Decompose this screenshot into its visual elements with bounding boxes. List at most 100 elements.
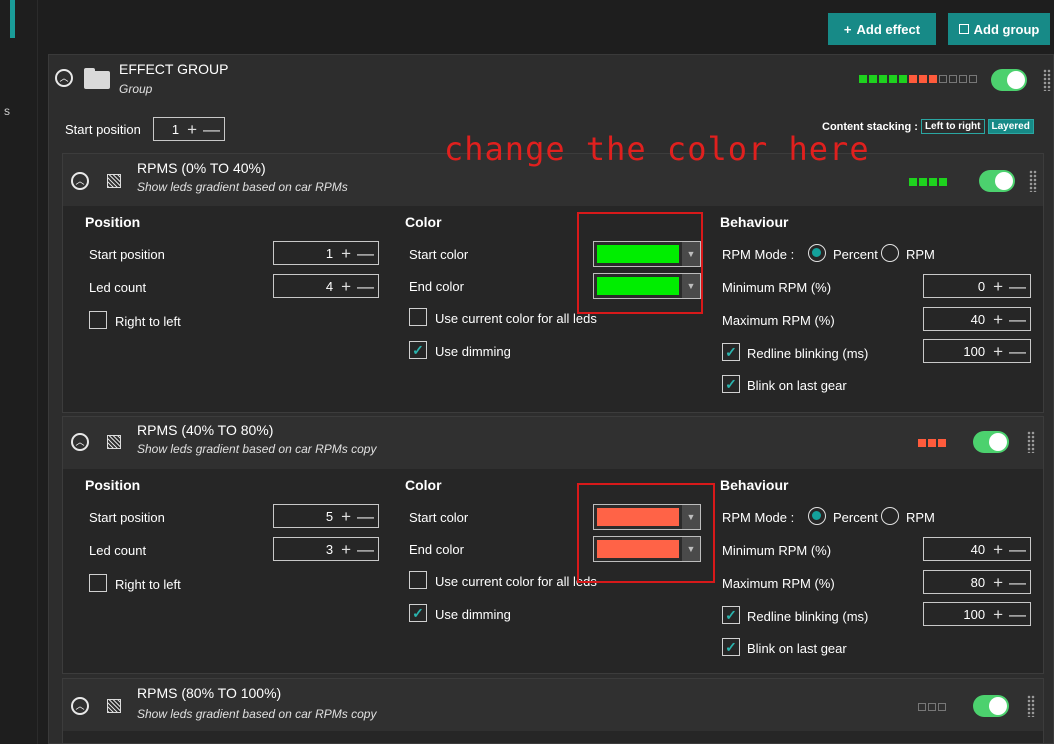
- increment-icon[interactable]: +: [993, 343, 1003, 360]
- blink-last-gear-checkbox[interactable]: ✓: [722, 375, 740, 393]
- effect-title: RPMS (0% TO 40%): [137, 160, 266, 176]
- led-count-stepper[interactable]: 4 + —: [273, 274, 379, 298]
- collapse-effect-icon[interactable]: ︿: [71, 433, 89, 451]
- decrement-icon[interactable]: —: [203, 121, 220, 138]
- start-position-stepper[interactable]: 1 + —: [273, 241, 379, 265]
- decrement-icon[interactable]: —: [357, 541, 374, 558]
- add-effect-button[interactable]: + Add effect: [828, 13, 936, 45]
- led-indicator: [939, 75, 947, 83]
- effect-enable-toggle[interactable]: [973, 431, 1009, 453]
- use-current-color-checkbox[interactable]: [409, 571, 427, 589]
- rpm-mode-label: RPM Mode :: [722, 247, 795, 262]
- use-current-color-checkbox[interactable]: [409, 308, 427, 326]
- stacking-left-to-right[interactable]: Left to right: [920, 119, 985, 134]
- effect-panel-1: ︿ RPMS (0% TO 40%) Show leds gradient ba…: [62, 153, 1044, 413]
- end-color-label: End color: [409, 542, 464, 557]
- group-enable-toggle[interactable]: [991, 69, 1027, 91]
- effect-enable-toggle[interactable]: [973, 695, 1009, 717]
- maximum-rpm-stepper[interactable]: 80 + —: [923, 570, 1031, 594]
- effect-drag-handle-icon[interactable]: [1029, 170, 1037, 192]
- led-indicator: [969, 75, 977, 83]
- effect-enable-toggle[interactable]: [979, 170, 1015, 192]
- effect-title: RPMS (80% TO 100%): [137, 685, 282, 701]
- use-dimming-checkbox[interactable]: ✓: [409, 341, 427, 359]
- collapse-effect-icon[interactable]: ︿: [71, 172, 89, 190]
- decrement-icon[interactable]: —: [1009, 311, 1026, 328]
- increment-icon[interactable]: +: [993, 541, 1003, 558]
- led-indicator: [899, 75, 907, 83]
- effect-subtitle: Show leds gradient based on car RPMs cop…: [137, 707, 377, 721]
- redline-blinking-label: Redline blinking (ms): [747, 346, 869, 361]
- increment-icon[interactable]: +: [341, 245, 351, 262]
- redline-blinking-checkbox[interactable]: ✓: [722, 606, 740, 624]
- effect-led-preview: [909, 178, 947, 186]
- decrement-icon[interactable]: —: [1009, 574, 1026, 591]
- led-indicator: [869, 75, 877, 83]
- right-to-left-checkbox[interactable]: [89, 574, 107, 592]
- minimum-rpm-value: 40: [970, 541, 986, 557]
- rpm-mode-rpm-radio[interactable]: [881, 507, 899, 525]
- collapse-effect-icon[interactable]: ︿: [71, 697, 89, 715]
- decrement-icon[interactable]: —: [357, 245, 374, 262]
- led-indicator: [938, 439, 946, 447]
- led-count-value: 4: [325, 278, 334, 294]
- group-start-position-value: 1: [171, 121, 180, 137]
- left-sidebar-strip: s: [0, 0, 38, 744]
- group-icon: [958, 24, 969, 34]
- minimum-rpm-stepper[interactable]: 0 + —: [923, 274, 1031, 298]
- start-position-label: Start position: [89, 247, 165, 262]
- group-start-position-stepper[interactable]: 1 + —: [153, 117, 225, 141]
- redline-blinking-checkbox[interactable]: ✓: [722, 343, 740, 361]
- rpm-mode-label: RPM Mode :: [722, 510, 795, 525]
- group-led-preview: [859, 75, 977, 83]
- blink-last-gear-checkbox[interactable]: ✓: [722, 638, 740, 656]
- redline-blinking-stepper[interactable]: 100 + —: [923, 339, 1031, 363]
- start-position-stepper[interactable]: 5 + —: [273, 504, 379, 528]
- use-dimming-checkbox[interactable]: ✓: [409, 604, 427, 622]
- maximum-rpm-stepper[interactable]: 40 + —: [923, 307, 1031, 331]
- increment-icon[interactable]: +: [993, 278, 1003, 295]
- decrement-icon[interactable]: —: [1009, 541, 1026, 558]
- add-group-label: Add group: [973, 21, 1040, 37]
- effect-drag-handle-icon[interactable]: [1027, 431, 1035, 453]
- add-group-button[interactable]: Add group: [948, 13, 1050, 45]
- use-dimming-label: Use dimming: [435, 344, 511, 359]
- increment-icon[interactable]: +: [341, 541, 351, 558]
- rpm-mode-rpm-label: RPM: [906, 247, 935, 262]
- collapse-group-icon[interactable]: ︿: [55, 69, 73, 87]
- led-indicator: [928, 703, 936, 711]
- increment-icon[interactable]: +: [993, 606, 1003, 623]
- minimum-rpm-stepper[interactable]: 40 + —: [923, 537, 1031, 561]
- decrement-icon[interactable]: —: [357, 508, 374, 525]
- led-indicator: [928, 439, 936, 447]
- rpm-mode-percent-radio[interactable]: [808, 507, 826, 525]
- color-heading: Color: [405, 214, 442, 230]
- decrement-icon[interactable]: —: [1009, 343, 1026, 360]
- led-indicator: [909, 178, 917, 186]
- increment-icon[interactable]: +: [341, 278, 351, 295]
- increment-icon[interactable]: +: [993, 311, 1003, 328]
- decrement-icon[interactable]: —: [1009, 278, 1026, 295]
- effect-drag-handle-icon[interactable]: [1027, 695, 1035, 717]
- rpm-mode-rpm-radio[interactable]: [881, 244, 899, 262]
- behaviour-heading: Behaviour: [720, 214, 789, 230]
- decrement-icon[interactable]: —: [357, 278, 374, 295]
- group-drag-handle-icon[interactable]: [1043, 69, 1051, 91]
- led-count-stepper[interactable]: 3 + —: [273, 537, 379, 561]
- decrement-icon[interactable]: —: [1009, 606, 1026, 623]
- redline-blinking-label: Redline blinking (ms): [747, 609, 869, 624]
- effect-led-preview: [918, 703, 946, 711]
- led-indicator: [918, 439, 926, 447]
- rpm-mode-percent-label: Percent: [833, 247, 878, 262]
- redline-blinking-stepper[interactable]: 100 + —: [923, 602, 1031, 626]
- increment-icon[interactable]: +: [187, 121, 197, 138]
- right-to-left-checkbox[interactable]: [89, 311, 107, 329]
- led-indicator: [879, 75, 887, 83]
- group-subtitle: Group: [119, 82, 153, 96]
- rpm-mode-percent-radio[interactable]: [808, 244, 826, 262]
- increment-icon[interactable]: +: [341, 508, 351, 525]
- increment-icon[interactable]: +: [993, 574, 1003, 591]
- stacking-layered[interactable]: Layered: [987, 119, 1034, 134]
- effect-led-preview: [918, 439, 946, 447]
- start-color-label: Start color: [409, 510, 469, 525]
